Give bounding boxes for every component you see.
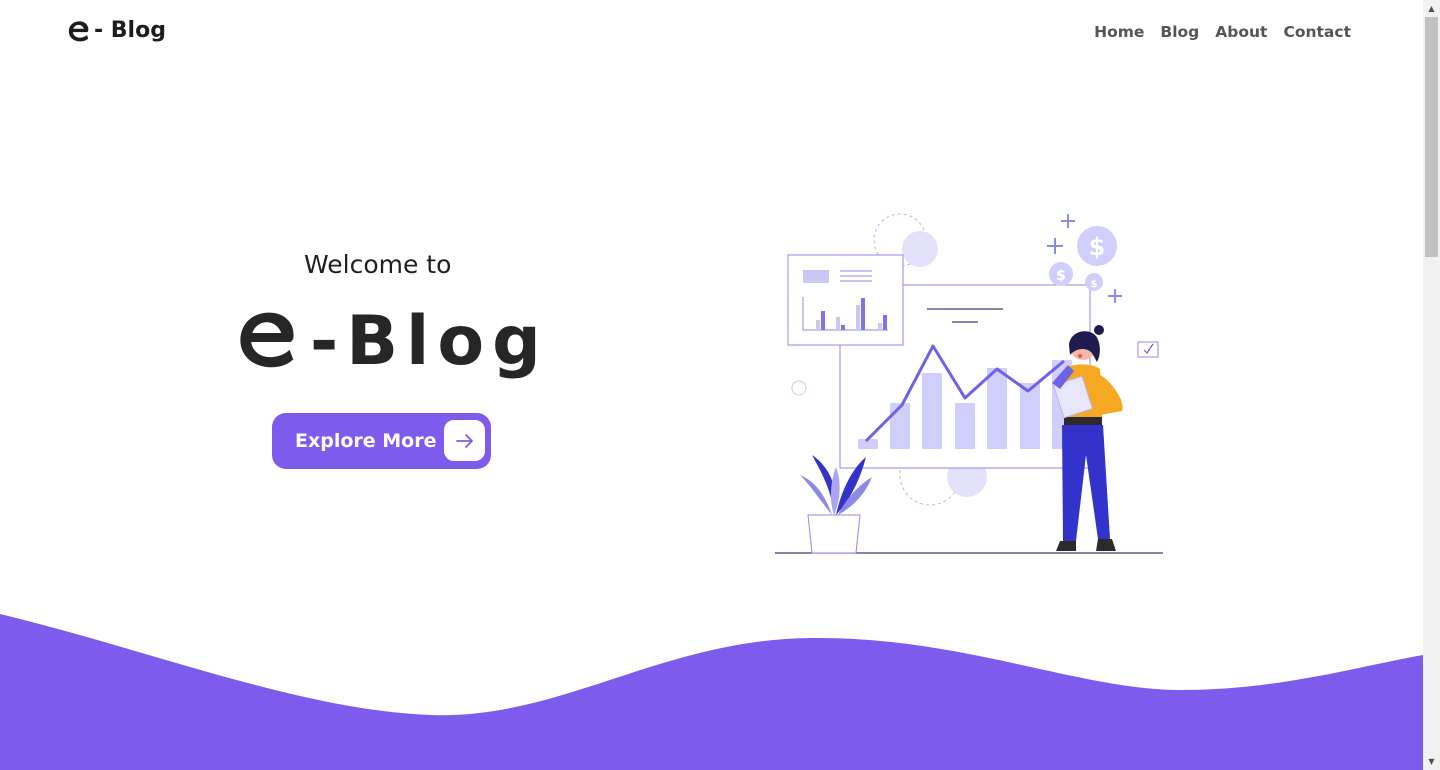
site-header: - Blog Home Blog About Contact <box>0 0 1423 68</box>
nav-about-link[interactable]: About <box>1215 23 1267 41</box>
footer-wave <box>0 614 1423 770</box>
explore-more-button[interactable]: Explore More <box>272 413 491 469</box>
site-logo[interactable]: - Blog <box>68 18 166 43</box>
scroll-down-arrow-icon[interactable]: ▼ <box>1423 753 1440 770</box>
svg-text:$: $ <box>1056 268 1066 284</box>
scrollbar-thumb[interactable] <box>1425 17 1438 257</box>
welcome-heading: Welcome to <box>304 250 452 279</box>
logo-text: - Blog <box>94 18 166 43</box>
main-nav: Home Blog About Contact <box>1094 23 1351 41</box>
svg-text:$: $ <box>1089 233 1106 261</box>
explore-more-label: Explore More <box>295 430 437 452</box>
page: - Blog Home Blog About Contact Welcome t… <box>0 0 1440 770</box>
nav-home-link[interactable]: Home <box>1094 23 1144 41</box>
svg-text:$: $ <box>1091 279 1098 290</box>
page-scrollbar[interactable]: ▲ ▼ <box>1423 0 1440 770</box>
hero-brand-text: -Blog <box>310 302 549 381</box>
scroll-up-arrow-icon[interactable]: ▲ <box>1423 0 1440 17</box>
e-logo-icon <box>68 20 89 41</box>
arrow-right-icon <box>444 420 485 461</box>
hero-illustration: $ $ $ <box>775 213 1163 554</box>
e-logo-large-icon <box>240 312 294 368</box>
hero-brand: -Blog <box>238 302 549 381</box>
nav-contact-link[interactable]: Contact <box>1283 23 1351 41</box>
nav-blog-link[interactable]: Blog <box>1160 23 1199 41</box>
